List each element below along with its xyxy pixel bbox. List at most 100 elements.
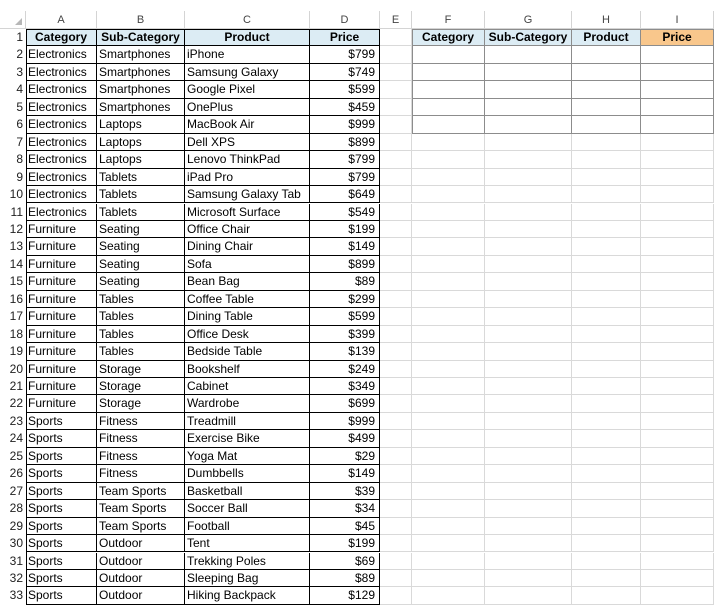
empty-cell[interactable]: [412, 500, 485, 518]
empty-cell[interactable]: [572, 587, 641, 605]
row-header-23[interactable]: 23: [0, 412, 26, 431]
empty-cell[interactable]: [641, 133, 714, 152]
category-cell[interactable]: Electronics: [26, 168, 97, 187]
output-cell[interactable]: [641, 98, 714, 117]
empty-cell[interactable]: [412, 273, 485, 291]
empty-cell[interactable]: [380, 255, 412, 274]
price-cell[interactable]: $899: [310, 133, 380, 152]
empty-cell[interactable]: [572, 552, 641, 570]
product-cell[interactable]: Dumbbells: [185, 465, 310, 483]
empty-cell[interactable]: [641, 395, 714, 413]
price-cell[interactable]: $749: [310, 63, 380, 82]
category-cell[interactable]: Furniture: [26, 360, 97, 378]
empty-cell[interactable]: [641, 273, 714, 291]
column-header-f[interactable]: F: [412, 11, 485, 29]
empty-cell[interactable]: [412, 238, 485, 256]
empty-cell[interactable]: [412, 343, 485, 361]
category-cell[interactable]: Sports: [26, 465, 97, 483]
row-header-18[interactable]: 18: [0, 325, 26, 344]
row-header-16[interactable]: 16: [0, 290, 26, 309]
category-cell[interactable]: Furniture: [26, 220, 97, 239]
empty-cell[interactable]: [412, 360, 485, 378]
output-cell[interactable]: [485, 81, 572, 99]
category-cell[interactable]: Sports: [26, 430, 97, 448]
product-cell[interactable]: Coffee Table: [185, 290, 310, 309]
empty-cell[interactable]: [380, 343, 412, 361]
empty-cell[interactable]: [572, 535, 641, 553]
row-header-26[interactable]: 26: [0, 465, 26, 483]
sub-category-cell[interactable]: Smartphones: [97, 98, 185, 117]
empty-cell[interactable]: [485, 378, 572, 396]
row-header-20[interactable]: 20: [0, 360, 26, 378]
empty-cell[interactable]: [485, 412, 572, 431]
sub-category-cell[interactable]: Outdoor: [97, 587, 185, 605]
column-header-b[interactable]: B: [97, 11, 185, 29]
category-cell[interactable]: Electronics: [26, 203, 97, 221]
empty-cell[interactable]: [380, 81, 412, 99]
sub-category-cell[interactable]: Fitness: [97, 430, 185, 448]
output-cell[interactable]: [412, 46, 485, 64]
empty-cell[interactable]: [572, 500, 641, 518]
product-cell[interactable]: Trekking Poles: [185, 552, 310, 570]
empty-cell[interactable]: [572, 378, 641, 396]
empty-cell[interactable]: [412, 133, 485, 152]
category-cell[interactable]: Electronics: [26, 116, 97, 134]
category-cell[interactable]: Sports: [26, 412, 97, 431]
empty-cell[interactable]: [641, 325, 714, 344]
sub-category-cell[interactable]: Laptops: [97, 133, 185, 152]
empty-cell[interactable]: [485, 290, 572, 309]
sub-category-cell[interactable]: Tables: [97, 343, 185, 361]
empty-cell[interactable]: [641, 220, 714, 239]
product-cell[interactable]: Google Pixel: [185, 81, 310, 99]
product-cell[interactable]: Basketball: [185, 482, 310, 501]
empty-cell[interactable]: [380, 552, 412, 570]
empty-cell[interactable]: [412, 569, 485, 588]
empty-cell[interactable]: [641, 500, 714, 518]
sub-category-cell[interactable]: Team Sports: [97, 517, 185, 536]
output-cell[interactable]: [641, 116, 714, 134]
price-cell[interactable]: $129: [310, 587, 380, 605]
category-cell[interactable]: Sports: [26, 500, 97, 518]
price-cell[interactable]: $799: [310, 151, 380, 169]
empty-cell[interactable]: [572, 203, 641, 221]
product-cell[interactable]: iPad Pro: [185, 168, 310, 187]
sub-category-cell[interactable]: Laptops: [97, 151, 185, 169]
empty-cell[interactable]: [641, 412, 714, 431]
empty-cell[interactable]: [380, 430, 412, 448]
empty-cell[interactable]: [641, 290, 714, 309]
empty-cell[interactable]: [380, 273, 412, 291]
empty-cell[interactable]: [380, 465, 412, 483]
empty-cell[interactable]: [572, 343, 641, 361]
output-cell[interactable]: [572, 63, 641, 82]
category-cell[interactable]: Furniture: [26, 255, 97, 274]
empty-cell[interactable]: [641, 378, 714, 396]
empty-cell[interactable]: [380, 186, 412, 204]
empty-cell[interactable]: [412, 587, 485, 605]
category-cell[interactable]: Sports: [26, 587, 97, 605]
row-header-5[interactable]: 5: [0, 98, 26, 117]
empty-cell[interactable]: [380, 168, 412, 187]
empty-cell[interactable]: [572, 220, 641, 239]
sub-category-cell[interactable]: Smartphones: [97, 81, 185, 99]
empty-cell[interactable]: [412, 482, 485, 501]
empty-cell[interactable]: [485, 447, 572, 466]
row-header-24[interactable]: 24: [0, 430, 26, 448]
sub-category-cell[interactable]: Storage: [97, 360, 185, 378]
sub-category-cell[interactable]: Team Sports: [97, 500, 185, 518]
price-cell[interactable]: $799: [310, 46, 380, 64]
column-header-a[interactable]: A: [26, 11, 97, 29]
output-cell[interactable]: [641, 46, 714, 64]
empty-cell[interactable]: [485, 395, 572, 413]
empty-cell[interactable]: [380, 133, 412, 152]
column-header-g[interactable]: G: [485, 11, 572, 29]
empty-cell[interactable]: [572, 482, 641, 501]
price-cell[interactable]: $399: [310, 325, 380, 344]
empty-cell[interactable]: [412, 535, 485, 553]
empty-cell[interactable]: [572, 465, 641, 483]
empty-cell[interactable]: [572, 517, 641, 536]
product-cell[interactable]: Football: [185, 517, 310, 536]
product-cell[interactable]: Exercise Bike: [185, 430, 310, 448]
empty-cell[interactable]: [641, 517, 714, 536]
product-cell[interactable]: Soccer Ball: [185, 500, 310, 518]
empty-cell[interactable]: [641, 447, 714, 466]
